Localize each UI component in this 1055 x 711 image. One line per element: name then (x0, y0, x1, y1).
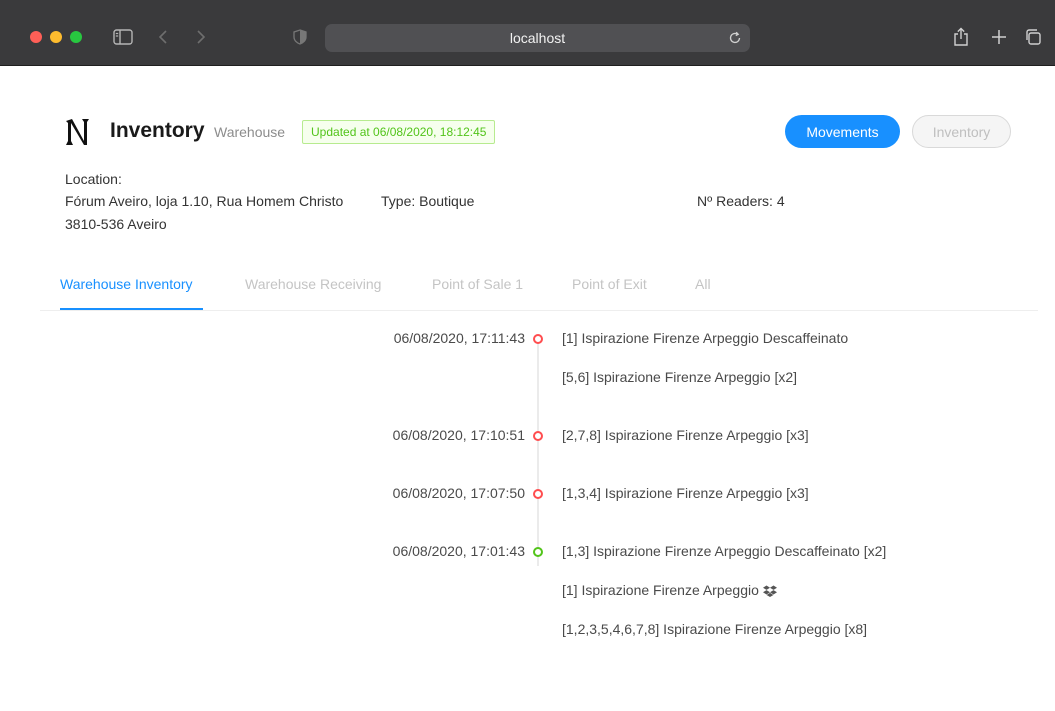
page-content: Inventory Warehouse Updated at 06/08/202… (0, 66, 1055, 711)
type-colon: : (411, 193, 420, 209)
tab-all[interactable]: All (695, 276, 711, 292)
reload-icon[interactable] (726, 29, 744, 47)
timeline-item: [5,6] Ispirazione Firenze Arpeggio [x2] (562, 369, 798, 385)
readers-field: Nº Readers: 4 (697, 191, 785, 211)
timeline-item: [2,7,8] Ispirazione Firenze Arpeggio [x3… (562, 427, 809, 443)
page-title: Inventory (110, 119, 205, 142)
timeline-item: [1,3] Ispirazione Firenze Arpeggio Desca… (562, 543, 887, 559)
timeline-dot-in (533, 547, 543, 557)
type-label: Type (381, 193, 412, 209)
tab-point-of-exit[interactable]: Point of Exit (572, 276, 647, 292)
sidebar-toggle-icon[interactable] (112, 26, 134, 48)
movements-timeline: 06/08/2020, 17:11:43 [1] Ispirazione Fir… (0, 311, 1055, 711)
minimize-window-button[interactable] (50, 31, 62, 43)
browser-toolbar: localhost (0, 0, 1055, 66)
timeline-dot-out (533, 334, 543, 344)
readers-label: Nº Readers (697, 193, 770, 209)
privacy-shield-icon[interactable] (292, 26, 308, 48)
timeline-connector (537, 341, 539, 566)
type-value: Boutique (419, 193, 475, 209)
share-icon[interactable] (950, 26, 972, 48)
tab-overview-icon[interactable] (1022, 26, 1044, 48)
updated-badge: Updated at 06/08/2020, 18:12:45 (302, 120, 496, 144)
readers-colon: : (769, 193, 777, 209)
timeline-item-text: [1] Ispirazione Firenze Arpeggio (562, 582, 759, 598)
readers-value: 4 (776, 193, 785, 209)
page-subtitle: Warehouse (214, 124, 286, 140)
address-bar[interactable]: localhost (325, 24, 750, 52)
timeline-time: 06/08/2020, 17:07:50 (392, 485, 525, 501)
zoom-window-button[interactable] (70, 31, 82, 43)
inventory-button[interactable]: Inventory (912, 115, 1011, 148)
timeline-item-with-icon: [1] Ispirazione Firenze Arpeggio (562, 582, 777, 600)
timeline-time: 06/08/2020, 17:01:43 (392, 543, 525, 559)
location-address-line2: 3810-536 Aveiro (65, 216, 167, 232)
location-colon: : (117, 171, 122, 187)
timeline-item: [1] Ispirazione Firenze Arpeggio Descaff… (562, 330, 849, 346)
dropbox-icon (762, 584, 777, 600)
timeline-item: [1,3,4] Ispirazione Firenze Arpeggio [x3… (562, 485, 809, 501)
tab-point-of-sale-1[interactable]: Point of Sale 1 (432, 276, 523, 292)
timeline-dot-out (533, 489, 543, 499)
location-label-row: Location: (65, 169, 122, 189)
tab-warehouse-receiving[interactable]: Warehouse Receiving (245, 276, 381, 292)
location-address-line1: Fórum Aveiro, loja 1.10, Rua Homem Chris… (65, 193, 344, 209)
location-label: Location (65, 171, 118, 187)
brand-logo-icon (63, 117, 97, 147)
timeline-time: 06/08/2020, 17:11:43 (393, 330, 525, 346)
timeline-dot-out (533, 431, 543, 441)
location-tabs: Warehouse Inventory Warehouse Receiving … (40, 266, 1038, 311)
back-icon[interactable] (156, 26, 170, 48)
movements-button[interactable]: Movements (785, 115, 900, 148)
timeline-item: [1,2,3,5,4,6,7,8] Ispirazione Firenze Ar… (562, 621, 868, 637)
forward-icon[interactable] (194, 26, 208, 48)
timeline-time: 06/08/2020, 17:10:51 (392, 427, 525, 443)
new-tab-icon[interactable] (988, 26, 1010, 48)
active-tab-indicator (60, 308, 203, 310)
close-window-button[interactable] (30, 31, 42, 43)
tab-warehouse-inventory[interactable]: Warehouse Inventory (60, 276, 193, 292)
url-text: localhost (509, 30, 566, 46)
type-field: Type: Boutique (381, 191, 474, 211)
